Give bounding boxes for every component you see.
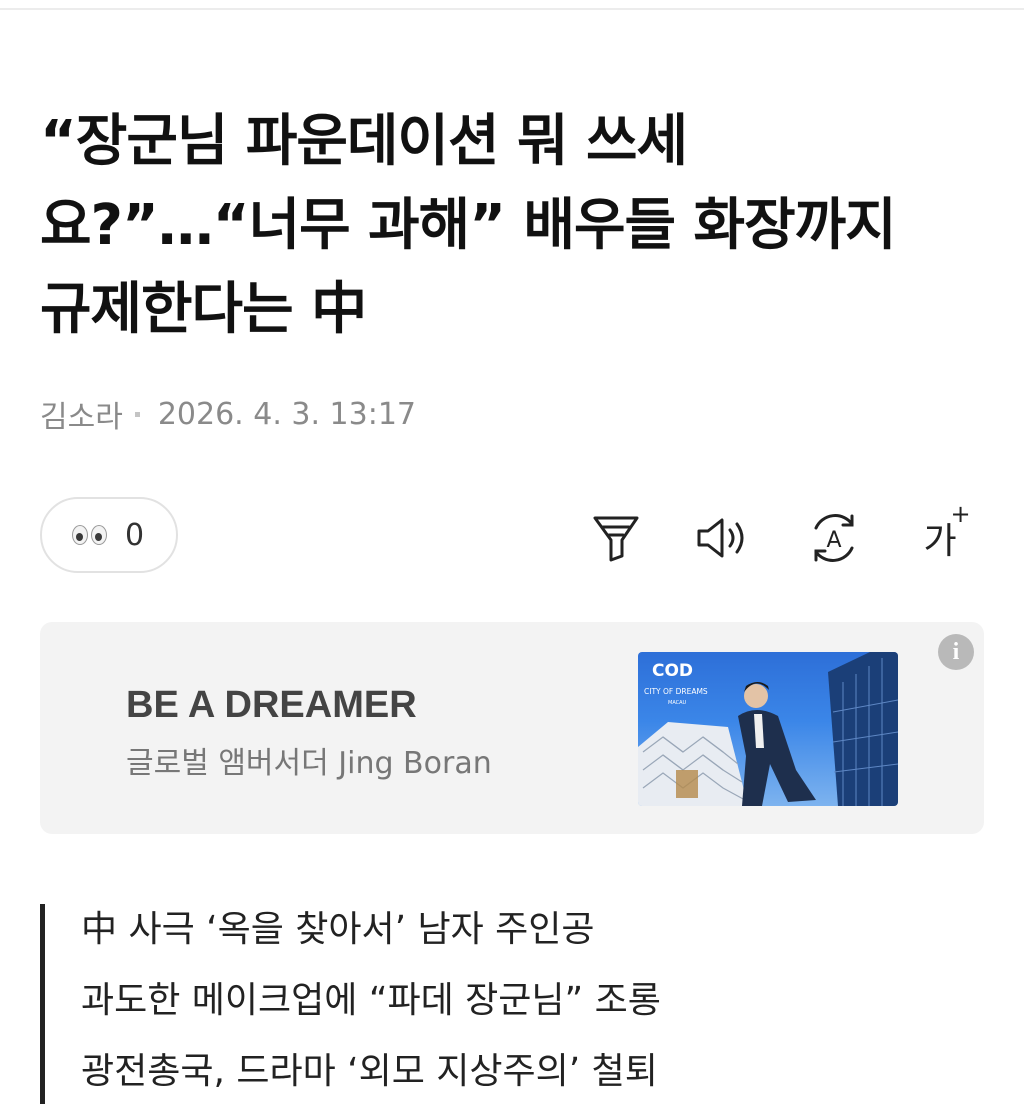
author-name[interactable]: 김소라: [40, 392, 123, 436]
article-meta: 김소라 2026. 4. 3. 13:17: [40, 392, 416, 436]
title-line: 요?”…“너무 과해” 배우들 화장까지: [40, 193, 897, 258]
article-title: “장군님 파운데이션 뭐 쓰세 요?”…“너무 과해” 배우들 화장까지 규제한…: [40, 100, 990, 352]
building-left: [638, 722, 748, 806]
ad-title: BE A DREAMER: [126, 684, 417, 726]
building-right: [828, 652, 898, 806]
font-size-plus: +: [950, 500, 971, 528]
article-summary: 中 사극 ‘옥을 찾아서’ 남자 주인공 과도한 메이크업에 “파데 장군님” …: [40, 904, 661, 1104]
title-line: 규제한다는 中: [40, 277, 367, 342]
summary-filter-icon: [590, 512, 642, 564]
summary-line: 中 사극 ‘옥을 찾아서’ 남자 주인공: [81, 909, 595, 950]
ad-image[interactable]: COD CITY OF DREAMS MACAU: [638, 652, 898, 806]
top-divider: [0, 8, 1024, 10]
advertisement-banner[interactable]: BE A DREAMER 글로벌 앰버서더 Jing Boran COD CIT…: [40, 622, 984, 834]
svg-text:MACAU: MACAU: [668, 700, 687, 706]
svg-text:CITY OF DREAMS: CITY OF DREAMS: [644, 687, 708, 696]
font-size-button[interactable]: 가 +: [910, 500, 970, 568]
eyes-icon: [72, 525, 107, 545]
translate-icon: A: [806, 510, 862, 566]
summary-filter-button[interactable]: [586, 508, 646, 568]
speaker-icon: [694, 512, 754, 564]
translate-letter: A: [826, 528, 841, 553]
ambassador-figure: [738, 682, 816, 806]
reaction-button[interactable]: 0: [40, 497, 178, 573]
ad-info-icon[interactable]: i: [938, 634, 974, 670]
listen-button[interactable]: [694, 508, 754, 568]
title-line: “장군님 파운데이션 뭐 쓰세: [40, 109, 688, 174]
publish-date: 2026. 4. 3. 13:17: [157, 396, 417, 432]
ad-subtitle: 글로벌 앰버서더 Jing Boran: [126, 746, 492, 781]
reaction-count: 0: [125, 517, 145, 553]
summary-line: 과도한 메이크업에 “파데 장군님” 조롱: [81, 980, 661, 1021]
font-size-icon: 가 +: [923, 500, 970, 564]
cod-logo: COD CITY OF DREAMS MACAU: [644, 661, 708, 706]
meta-separator: [134, 411, 140, 417]
translate-button[interactable]: A: [804, 508, 864, 568]
summary-line: 광전총국, 드라마 ‘외모 지상주의’ 철퇴: [81, 1051, 658, 1092]
svg-text:COD: COD: [652, 661, 693, 681]
